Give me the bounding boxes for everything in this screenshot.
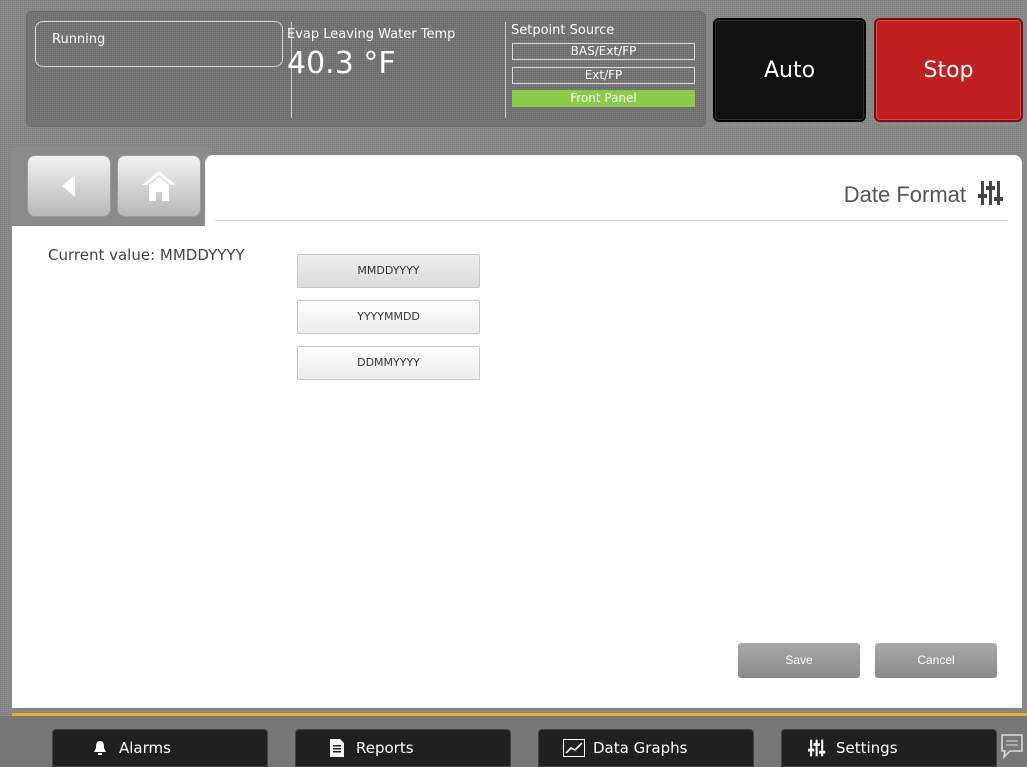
option-mmddyyyy-button[interactable]: MMDDYYYY — [297, 254, 480, 288]
auto-button[interactable]: Auto — [713, 18, 866, 122]
page-title: Date Format — [843, 182, 966, 207]
setpoint-option-front-panel: Front Panel — [512, 90, 695, 107]
evap-temp-label: Evap Leaving Water Temp — [287, 27, 456, 42]
settings-sliders-icon — [808, 739, 826, 757]
data-graphs-button[interactable]: Data Graphs — [538, 729, 754, 767]
reports-button[interactable]: Reports — [295, 729, 511, 767]
status-panel: Running Evap Leaving Water Temp 40.3 °F … — [26, 11, 706, 127]
data-graphs-label: Data Graphs — [593, 739, 688, 757]
settings-label: Settings — [836, 739, 898, 757]
running-status-label: Running — [52, 32, 106, 47]
title-divider — [215, 220, 1008, 221]
document-icon — [330, 739, 344, 757]
current-value-text: Current value: MMDDYYYY — [48, 246, 245, 264]
option-label: YYYYMMDD — [357, 310, 420, 323]
setpoint-option-ext: Ext/FP — [512, 67, 695, 84]
option-label: DDMMYYYY — [357, 356, 420, 369]
bell-icon — [94, 741, 106, 755]
back-arrow-icon — [62, 175, 75, 197]
stop-button-label: Stop — [923, 57, 974, 83]
chart-icon — [563, 739, 585, 757]
auto-button-label: Auto — [763, 57, 816, 83]
option-ddmmyyyy-button[interactable]: DDMMYYYY — [297, 346, 480, 380]
alarms-label: Alarms — [119, 739, 171, 757]
alarms-button[interactable]: Alarms — [52, 729, 268, 767]
stop-button[interactable]: Stop — [874, 18, 1023, 122]
setpoint-option-bas: BAS/Ext/FP — [512, 43, 695, 60]
evap-temp-value: 40.3 °F — [287, 46, 396, 81]
divider — [505, 22, 506, 118]
cancel-button-label: Cancel — [917, 653, 955, 667]
title-bar: Date Format — [205, 155, 1022, 227]
option-yyyymmdd-button[interactable]: YYYYMMDD — [297, 300, 480, 334]
home-icon — [142, 171, 176, 201]
settings-sliders-icon — [978, 181, 1003, 205]
running-status: Running — [35, 21, 283, 67]
home-button[interactable] — [117, 155, 201, 217]
content-panel — [12, 226, 1022, 708]
reports-label: Reports — [356, 739, 414, 757]
chat-icon[interactable] — [1000, 733, 1024, 759]
setpoint-source-label: Setpoint Source — [511, 23, 615, 38]
back-button[interactable] — [27, 155, 111, 217]
option-label: MMDDYYYY — [357, 264, 420, 277]
save-button-label: Save — [785, 653, 813, 667]
settings-button[interactable]: Settings — [781, 729, 997, 767]
cancel-button[interactable]: Cancel — [875, 643, 997, 678]
save-button[interactable]: Save — [738, 643, 860, 678]
